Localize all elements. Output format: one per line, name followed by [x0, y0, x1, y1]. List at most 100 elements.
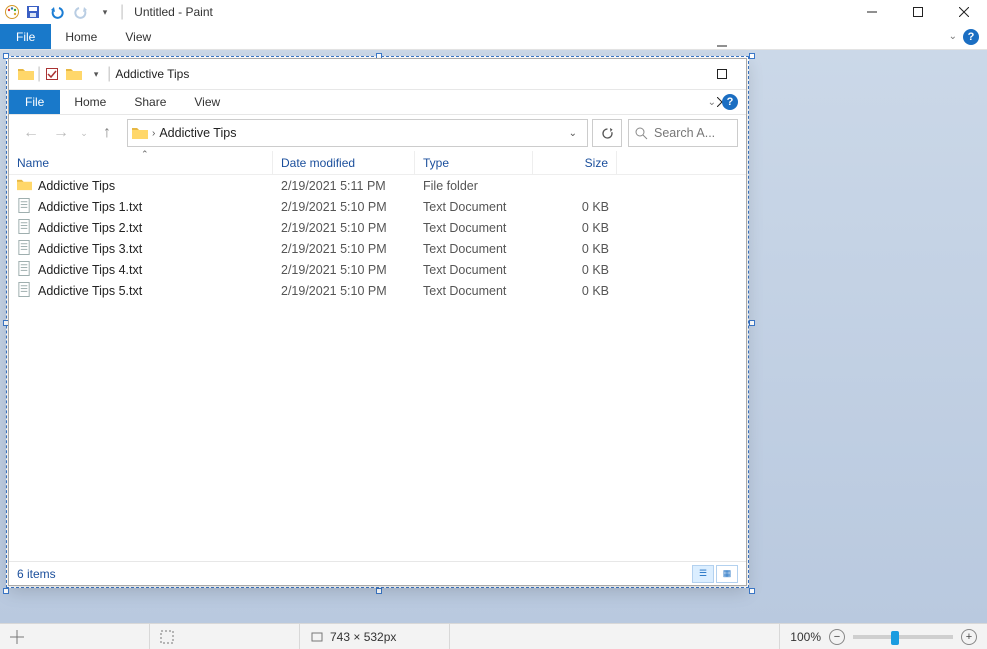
- file-date: 2/19/2021 5:10 PM: [273, 221, 415, 235]
- zoom-slider[interactable]: [853, 635, 953, 639]
- zoom-level: 100%: [790, 630, 821, 644]
- explorer-menu-share[interactable]: Share: [120, 90, 180, 114]
- ribbon-collapse-icon[interactable]: ⌄: [949, 31, 957, 42]
- explorer-statusbar: 6 items ☰ ▦: [9, 561, 746, 585]
- column-headers: ⌃ Name Date modified Type Size: [9, 151, 746, 175]
- file-list: Addictive Tips 2/19/2021 5:11 PMFile fold…: [9, 175, 746, 301]
- qat-select-all-icon[interactable]: [41, 63, 63, 85]
- minimize-button[interactable]: [849, 0, 895, 24]
- folder-icon: [15, 63, 37, 85]
- paint-app-icon: [4, 4, 20, 20]
- breadcrumb-item[interactable]: Addictive Tips: [159, 126, 236, 140]
- redo-icon[interactable]: [70, 1, 92, 23]
- text-file-icon: [17, 261, 32, 279]
- explorer-maximize-button[interactable]: [699, 60, 744, 88]
- explorer-menu-home[interactable]: Home: [60, 90, 120, 114]
- item-count: 6 items: [17, 567, 56, 581]
- address-bar[interactable]: › Addictive Tips ⌄: [127, 119, 588, 147]
- text-file-icon: [17, 240, 32, 258]
- file-type: Text Document: [415, 200, 533, 214]
- file-row[interactable]: Addictive Tips 5.txt 2/19/2021 5:10 PMTex…: [9, 280, 746, 301]
- selection-size: [150, 624, 300, 649]
- recent-dropdown-icon[interactable]: ⌄: [77, 119, 91, 147]
- file-size: 0 KB: [533, 284, 617, 298]
- help-icon[interactable]: ?: [963, 29, 979, 45]
- file-type: Text Document: [415, 242, 533, 256]
- refresh-button[interactable]: [592, 119, 622, 147]
- file-size: [450, 624, 780, 649]
- explorer-menu-view[interactable]: View: [180, 90, 234, 114]
- file-name: Addictive Tips 5.txt: [38, 284, 142, 298]
- details-view-button[interactable]: ☰: [692, 565, 714, 583]
- text-file-icon: [17, 198, 32, 216]
- explorer-window: | ▾ | Addictive Tips File Home Share Vie…: [8, 58, 747, 586]
- explorer-navbar: ← → ⌄ ↑ › Addictive Tips ⌄ Search A...: [9, 115, 746, 151]
- qat-dropdown-icon[interactable]: ▾: [85, 63, 107, 85]
- canvas-size-text: 743 × 532px: [330, 630, 396, 644]
- zoom-in-button[interactable]: +: [961, 629, 977, 645]
- address-dropdown-icon[interactable]: ⌄: [563, 128, 583, 139]
- canvas-resize-handle[interactable]: [749, 320, 755, 326]
- qat-dropdown-icon[interactable]: ▾: [94, 1, 116, 23]
- file-date: 2/19/2021 5:10 PM: [273, 200, 415, 214]
- file-date: 2/19/2021 5:10 PM: [273, 242, 415, 256]
- folder-icon: [17, 177, 32, 195]
- explorer-menu-file[interactable]: File: [9, 90, 60, 114]
- explorer-ribbon-tabs: File Home Share View ⌄ ?: [9, 89, 746, 115]
- paint-window-title: Untitled - Paint: [134, 5, 213, 19]
- file-size: 0 KB: [533, 263, 617, 277]
- close-button[interactable]: [941, 0, 987, 24]
- paint-menu-view[interactable]: View: [111, 24, 165, 49]
- column-header-date[interactable]: Date modified: [273, 151, 415, 174]
- file-date: 2/19/2021 5:10 PM: [273, 263, 415, 277]
- column-header-type[interactable]: Type: [415, 151, 533, 174]
- save-icon[interactable]: [22, 1, 44, 23]
- text-file-icon: [17, 282, 32, 300]
- back-button[interactable]: ←: [17, 119, 45, 147]
- search-placeholder: Search A...: [654, 126, 715, 140]
- undo-icon[interactable]: [46, 1, 68, 23]
- file-date: 2/19/2021 5:10 PM: [273, 284, 415, 298]
- explorer-titlebar: | ▾ | Addictive Tips: [9, 59, 746, 89]
- file-size: 0 KB: [533, 200, 617, 214]
- canvas-resize-handle[interactable]: [749, 588, 755, 594]
- file-size: 0 KB: [533, 242, 617, 256]
- file-row[interactable]: Addictive Tips 2/19/2021 5:11 PMFile fold…: [9, 175, 746, 196]
- file-type: File folder: [415, 179, 533, 193]
- folder-icon: [63, 63, 85, 85]
- sort-indicator-icon: ⌃: [141, 149, 149, 160]
- explorer-minimize-button[interactable]: [699, 32, 744, 60]
- zoom-out-button[interactable]: −: [829, 629, 845, 645]
- paint-menu-file[interactable]: File: [0, 24, 51, 49]
- canvas-size: 743 × 532px: [300, 624, 450, 649]
- file-name: Addictive Tips: [38, 179, 115, 193]
- file-name: Addictive Tips 2.txt: [38, 221, 142, 235]
- explorer-window-title: Addictive Tips: [115, 67, 189, 81]
- paint-menubar: File Home View ⌄ ?: [0, 24, 987, 50]
- help-icon[interactable]: ?: [722, 94, 738, 110]
- paint-titlebar: ▾ | Untitled - Paint: [0, 0, 987, 24]
- file-type: Text Document: [415, 284, 533, 298]
- file-type: Text Document: [415, 221, 533, 235]
- canvas-resize-handle[interactable]: [376, 588, 382, 594]
- icons-view-button[interactable]: ▦: [716, 565, 738, 583]
- file-row[interactable]: Addictive Tips 4.txt2/19/2021 5:10 PMTex…: [9, 259, 746, 280]
- file-row[interactable]: Addictive Tips 3.txt2/19/2021 5:10 PMTex…: [9, 238, 746, 259]
- file-date: 2/19/2021 5:11 PM: [273, 179, 415, 193]
- text-file-icon: [17, 219, 32, 237]
- ribbon-collapse-icon[interactable]: ⌄: [708, 97, 716, 108]
- file-type: Text Document: [415, 263, 533, 277]
- file-row[interactable]: Addictive Tips 2.txt 2/19/2021 5:10 PMTex…: [9, 217, 746, 238]
- folder-icon: [132, 126, 148, 140]
- maximize-button[interactable]: [895, 0, 941, 24]
- paint-menu-home[interactable]: Home: [51, 24, 111, 49]
- file-name: Addictive Tips 1.txt: [38, 200, 142, 214]
- chevron-right-icon[interactable]: ›: [152, 128, 155, 139]
- cursor-position: [0, 624, 150, 649]
- up-button[interactable]: ↑: [93, 119, 121, 147]
- forward-button[interactable]: →: [47, 119, 75, 147]
- column-header-size[interactable]: Size: [533, 151, 617, 174]
- file-row[interactable]: Addictive Tips 1.txt 2/19/2021 5:10 PMTex…: [9, 196, 746, 217]
- search-input[interactable]: Search A...: [628, 119, 738, 147]
- paint-statusbar: 743 × 532px 100% − +: [0, 623, 987, 649]
